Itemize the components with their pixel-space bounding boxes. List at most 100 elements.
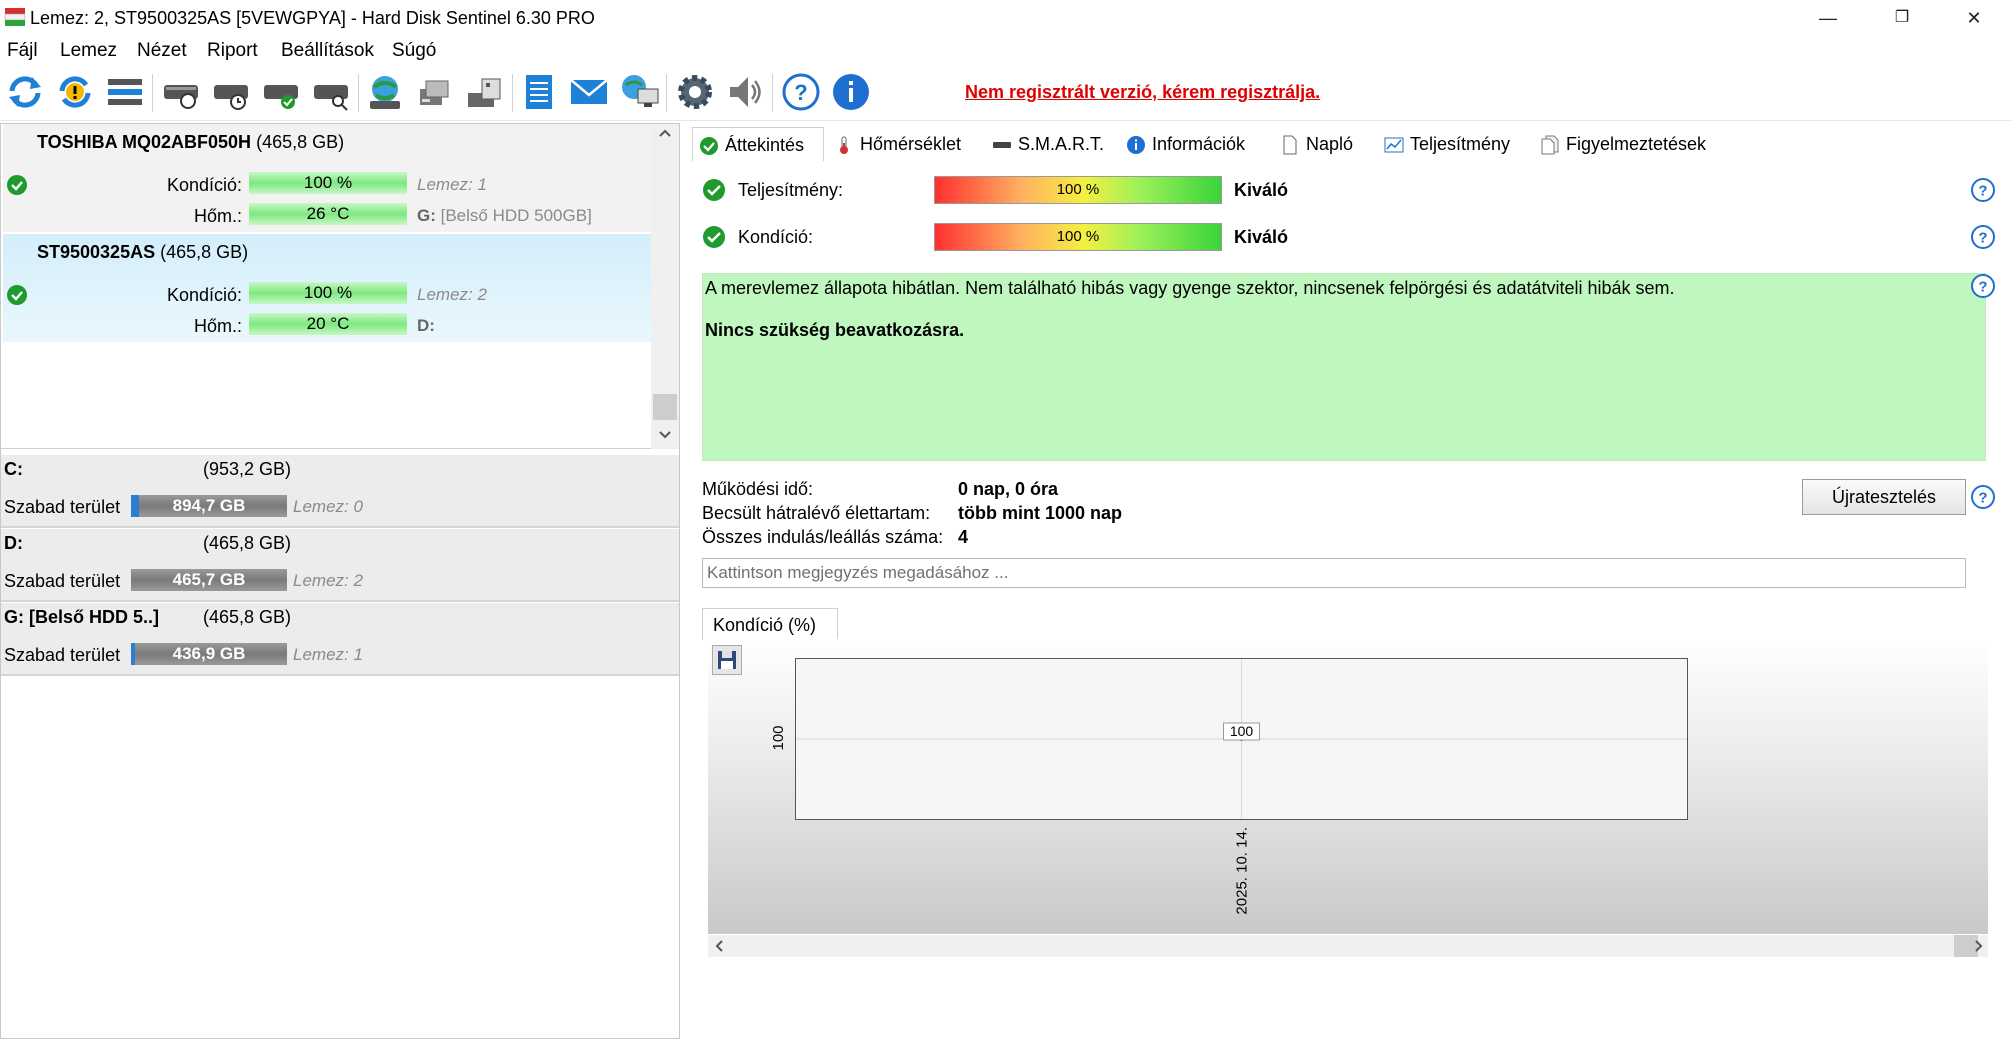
menu-view[interactable]: Nézet bbox=[137, 40, 187, 62]
tab-temperature[interactable]: Hőmérséklet bbox=[834, 127, 961, 161]
minimize-button[interactable]: — bbox=[1800, 2, 1856, 34]
help-icon[interactable]: ? bbox=[1970, 177, 1996, 203]
network-disk-icon[interactable] bbox=[364, 71, 406, 113]
menu-help[interactable]: Súgó bbox=[392, 40, 436, 62]
free-space-label: Szabad terület bbox=[4, 497, 121, 517]
email-icon[interactable] bbox=[568, 71, 610, 113]
tab-label: S.M.A.R.T. bbox=[1018, 134, 1105, 154]
disk-model: ST9500325AS bbox=[37, 242, 156, 262]
start-stop-label: Összes indulás/leállás száma: bbox=[702, 527, 944, 547]
scroll-up-icon[interactable] bbox=[658, 128, 672, 138]
backup-icon[interactable] bbox=[414, 71, 456, 113]
toolbar-separator bbox=[512, 74, 513, 112]
info-icon bbox=[1127, 136, 1145, 155]
tab-smart[interactable]: S.M.A.R.T. bbox=[992, 127, 1104, 161]
menu-file[interactable]: Fájl bbox=[7, 40, 38, 62]
disk-name: ST9500325AS (465,8 GB) bbox=[37, 242, 248, 263]
help-icon[interactable]: ? bbox=[1970, 273, 1996, 299]
refresh-icon[interactable] bbox=[4, 71, 46, 113]
menu-disk[interactable]: Lemez bbox=[60, 40, 117, 62]
volume-size: (465,8 GB) bbox=[203, 607, 292, 627]
volume-item[interactable]: G: [Belső HDD 5..] (465,8 GB) Szabad ter… bbox=[1, 603, 679, 676]
axis-labels: 100 2025. 10. 14. bbox=[770, 725, 1251, 915]
tab-label: Hőmérséklet bbox=[860, 134, 962, 154]
volume-item[interactable]: C: (953,2 GB) Szabad terület 894,7 GB Le… bbox=[1, 455, 679, 528]
temperature-bar: 20 °C bbox=[249, 313, 407, 335]
disk-item-selected[interactable]: ST9500325AS (465,8 GB) Kondíció: 100 % L… bbox=[3, 234, 651, 342]
disk-surface-test-icon[interactable] bbox=[160, 71, 202, 113]
ok-check-icon bbox=[7, 285, 27, 305]
menu-report[interactable]: Riport bbox=[207, 40, 258, 62]
volume-disk-number: Lemez: 1 bbox=[293, 645, 363, 664]
info-icon[interactable] bbox=[830, 71, 872, 113]
tab-information[interactable]: Információk bbox=[1126, 127, 1245, 161]
note-input[interactable]: Kattintson megjegyzés megadásához ... bbox=[702, 558, 1966, 588]
used-space-fill bbox=[131, 643, 135, 665]
ok-check-icon bbox=[703, 226, 725, 248]
volume-item[interactable]: D: (465,8 GB) Szabad terület 465,7 GB Le… bbox=[1, 529, 679, 602]
help-icon[interactable]: ? bbox=[1970, 484, 1996, 510]
help-icon[interactable]: ? bbox=[780, 71, 822, 113]
volume-disk-number: Lemez: 0 bbox=[293, 497, 363, 516]
condition-rating: Kiváló bbox=[1234, 227, 1289, 247]
help-icon[interactable]: ? bbox=[1970, 224, 1996, 250]
condition-bar: 100 % bbox=[249, 172, 407, 194]
usb-disk-icon[interactable] bbox=[464, 71, 506, 113]
refresh-warning-icon[interactable] bbox=[54, 71, 96, 113]
disk-ok-icon[interactable] bbox=[260, 71, 302, 113]
svg-text:?: ? bbox=[794, 80, 807, 105]
volume-size: (465,8 GB) bbox=[203, 533, 292, 553]
toolbar-separator bbox=[772, 74, 773, 112]
disk-list: TOSHIBA MQ02ABF050H (465,8 GB) Kondíció:… bbox=[1, 124, 679, 449]
ok-check-icon bbox=[700, 137, 718, 156]
drive-letter: D: bbox=[417, 316, 435, 335]
disk-list-icon[interactable] bbox=[104, 71, 146, 113]
menu-settings[interactable]: Beállítások bbox=[281, 40, 374, 62]
scroll-right-icon[interactable] bbox=[1974, 940, 1984, 952]
volume-size: (953,2 GB) bbox=[203, 459, 292, 479]
x-tick-label: 2025. 10. 14. bbox=[1234, 827, 1251, 915]
retest-button[interactable]: Újratesztelés bbox=[1802, 479, 1966, 515]
registration-warning-link[interactable]: Nem regisztrált verzió, kérem regisztrál… bbox=[965, 82, 1320, 103]
thermometer-icon bbox=[840, 136, 848, 155]
scroll-down-icon[interactable] bbox=[658, 430, 672, 440]
settings-gear-icon[interactable] bbox=[674, 71, 716, 113]
disk-search-icon[interactable] bbox=[310, 71, 352, 113]
tab-performance[interactable]: Teljesítmény bbox=[1384, 127, 1510, 161]
drive-letter-info: D: bbox=[417, 316, 435, 336]
condition-row: Kondíció: 100 % Kiváló bbox=[702, 222, 2002, 252]
start-stop-value: 4 bbox=[958, 527, 969, 547]
ok-check-icon bbox=[7, 175, 27, 195]
disk-schedule-icon[interactable] bbox=[210, 71, 252, 113]
tab-log[interactable]: Napló bbox=[1280, 127, 1353, 161]
condition-bar: 100 % bbox=[934, 223, 1222, 251]
lifetime-label: Becsült hátralévő élettartam: bbox=[702, 503, 931, 523]
sound-icon[interactable] bbox=[724, 71, 766, 113]
report-icon[interactable] bbox=[518, 71, 560, 113]
left-pane: TOSHIBA MQ02ABF050H (465,8 GB) Kondíció:… bbox=[0, 123, 680, 1039]
drive-letter: G: bbox=[417, 206, 436, 225]
maximize-button[interactable]: ❐ bbox=[1874, 2, 1930, 34]
tab-label: Teljesítmény bbox=[1410, 134, 1511, 154]
chart-icon bbox=[1384, 137, 1404, 153]
free-space-bar: 894,7 GB bbox=[131, 495, 287, 517]
toolbar-separator bbox=[358, 74, 359, 112]
used-space-fill bbox=[131, 495, 139, 517]
right-pane: Áttekintés Hőmérséklet S.M.A.R.T. Inform… bbox=[686, 123, 2011, 1043]
tab-warnings[interactable]: Figyelmeztetések bbox=[1540, 127, 1706, 161]
performance-label: Teljesítmény: bbox=[738, 180, 844, 200]
performance-rating: Kiváló bbox=[1234, 180, 1289, 200]
graph-horizontal-scrollbar[interactable] bbox=[708, 935, 1988, 957]
tab-overview[interactable]: Áttekintés bbox=[692, 127, 824, 161]
volume-name: G: [Belső HDD 5..] bbox=[4, 607, 160, 627]
scroll-left-icon[interactable] bbox=[714, 940, 724, 952]
svg-text:?: ? bbox=[1978, 183, 1987, 200]
scrollbar-thumb[interactable] bbox=[653, 394, 677, 420]
free-space-label: Szabad terület bbox=[4, 645, 121, 665]
disk-list-scrollbar[interactable] bbox=[651, 124, 679, 449]
close-button[interactable]: ✕ bbox=[1946, 2, 2002, 34]
condition-label: Kondíció: bbox=[166, 285, 242, 305]
tab-condition-graph[interactable]: Kondíció (%) bbox=[702, 608, 838, 640]
network-icon[interactable] bbox=[618, 71, 660, 113]
disk-item[interactable]: TOSHIBA MQ02ABF050H (465,8 GB) Kondíció:… bbox=[3, 124, 651, 232]
